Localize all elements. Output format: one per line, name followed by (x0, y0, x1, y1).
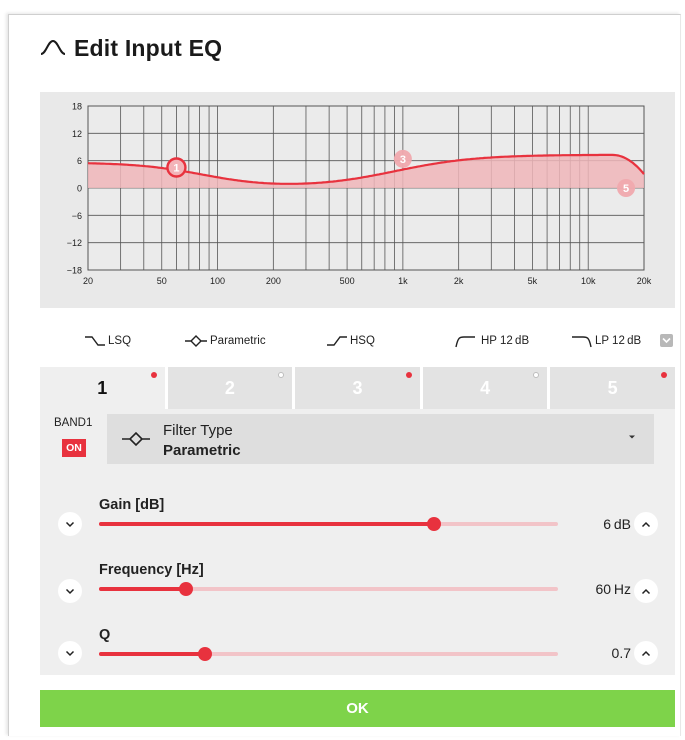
band-marker-label: 5 (623, 183, 629, 195)
gain-slider-fill (99, 522, 434, 526)
tab-band-4[interactable]: 4 (422, 367, 548, 409)
band-tabs: 1 2 3 4 5 (40, 367, 675, 409)
tab-band-5[interactable]: 5 (550, 367, 675, 409)
tab-band-3[interactable]: 3 (295, 367, 420, 409)
x-tick-label: 20 (83, 276, 93, 286)
eq-dialog: Edit Input EQ 18 12 6 0 −6 −12 −18 20 50 100 200 50… (8, 14, 681, 736)
filter-option-hsq[interactable]: HSQ (326, 330, 375, 352)
x-tick-label: 2k (454, 276, 464, 286)
chevron-down-icon (65, 588, 75, 594)
eq-graph[interactable]: 18 12 6 0 −6 −12 −18 20 50 100 200 500 1k 2k 5k 10k 20k 1… (40, 92, 675, 308)
x-tick-label: 50 (157, 276, 167, 286)
filter-type-label: Filter Type (163, 422, 233, 439)
high-shelf-icon (327, 336, 347, 346)
frequency-title: Frequency [Hz] (99, 562, 204, 578)
parametric-icon (185, 335, 207, 347)
q-decrease-button[interactable] (58, 641, 82, 665)
gain-slider-thumb[interactable] (427, 517, 441, 531)
tab-label: 3 (352, 377, 363, 398)
frequency-slider-fill (99, 587, 186, 591)
filter-type-value: Parametric (163, 442, 241, 459)
low-shelf-icon (85, 336, 105, 346)
band-label: BAND1 (54, 417, 93, 429)
filter-option-hp[interactable]: HP 12 dB (454, 330, 529, 352)
x-tick-label: 200 (266, 276, 281, 286)
band-active-indicator (660, 372, 667, 378)
frequency-control: Frequency [Hz] 60 Hz (40, 562, 675, 612)
filter-option-label: LSQ (108, 335, 132, 347)
frequency-increase-button[interactable] (634, 579, 658, 603)
caret-down-icon (629, 435, 635, 439)
y-tick-label: 18 (72, 102, 82, 112)
y-tick-label: −6 (72, 211, 82, 221)
eq-graph-canvas[interactable]: 18 12 6 0 −6 −12 −1820 50 100 200 500 1k 2k 5k 10k 20k 1… (40, 92, 675, 308)
chevron-up-icon (641, 521, 651, 527)
chevron-down-icon (65, 521, 75, 527)
tab-label: 2 (224, 377, 235, 398)
eq-curve-icon (40, 39, 66, 55)
q-increase-button[interactable] (634, 641, 658, 665)
band-settings-panel: BAND1 ON Filter Type Parametric Gain [dB… (40, 409, 675, 675)
frequency-value: 60 Hz (595, 581, 632, 597)
x-tick-label: 20k (637, 276, 652, 286)
tab-label: 1 (97, 377, 108, 398)
frequency-decrease-button[interactable] (58, 579, 82, 603)
legend-toggle-checkbox[interactable] (660, 334, 673, 347)
tab-band-2[interactable]: 2 (167, 367, 293, 409)
filter-option-label: HSQ (350, 335, 375, 347)
dialog-title: Edit Input EQ (74, 34, 223, 61)
gain-slider[interactable] (99, 517, 558, 531)
q-slider-thumb[interactable] (198, 647, 212, 661)
y-tick-label: −18 (67, 266, 82, 276)
frequency-slider-thumb[interactable] (179, 582, 193, 596)
tab-label: 5 (607, 377, 618, 398)
band-active-indicator (150, 372, 157, 378)
filter-type-select[interactable]: Filter Type Parametric (107, 414, 654, 464)
tab-band-1[interactable]: 1 (40, 367, 165, 409)
filter-option-label: LP 12 dB (595, 335, 642, 347)
tab-label: 4 (480, 377, 491, 398)
gain-title: Gain [dB] (99, 497, 165, 513)
q-title: Q (99, 627, 111, 643)
gain-value: 6 dB (603, 516, 631, 532)
gain-control: Gain [dB] 6 dB (40, 497, 675, 547)
x-tick-label: 500 (340, 276, 355, 286)
y-tick-label: −12 (67, 238, 82, 248)
q-value: 0.7 (611, 645, 631, 661)
band-active-indicator (405, 372, 412, 378)
high-pass-icon (455, 336, 475, 348)
chevron-up-icon (641, 588, 651, 594)
filter-option-lsq[interactable]: LSQ (84, 330, 131, 352)
x-tick-label: 10k (581, 276, 596, 286)
filter-option-label: HP 12 dB (481, 335, 530, 347)
band-marker-label: 1 (173, 163, 179, 175)
chevron-down-icon (65, 650, 75, 656)
filter-option-label: Parametric (210, 335, 266, 347)
y-tick-label: 0 (77, 184, 82, 194)
gain-increase-button[interactable] (634, 512, 658, 536)
y-tick-label: 12 (72, 129, 82, 139)
band-inactive-indicator (278, 372, 285, 378)
frequency-slider[interactable] (99, 582, 558, 596)
y-tick-label: 6 (77, 156, 82, 166)
filter-option-lp[interactable]: LP 12 dB (571, 330, 641, 352)
x-tick-label: 100 (210, 276, 225, 286)
band-marker-label: 3 (400, 154, 406, 166)
filter-option-parametric[interactable]: Parametric (184, 330, 266, 352)
filter-legend: LSQ Parametric HSQ HP 12 dB LP 12 dB (40, 330, 675, 352)
chevron-up-icon (641, 650, 651, 656)
band-on-toggle[interactable]: ON (62, 439, 86, 457)
parametric-icon (122, 431, 150, 447)
ok-button[interactable]: OK (40, 690, 675, 727)
gain-decrease-button[interactable] (58, 512, 82, 536)
band-inactive-indicator (533, 372, 540, 378)
q-control: Q 0.7 (40, 627, 675, 677)
q-slider[interactable] (99, 647, 558, 661)
dialog-header: Edit Input EQ (40, 33, 222, 63)
x-tick-label: 5k (528, 276, 538, 286)
low-pass-icon (572, 336, 592, 348)
x-tick-label: 1k (398, 276, 408, 286)
q-slider-fill (99, 652, 205, 656)
check-icon (662, 337, 671, 344)
